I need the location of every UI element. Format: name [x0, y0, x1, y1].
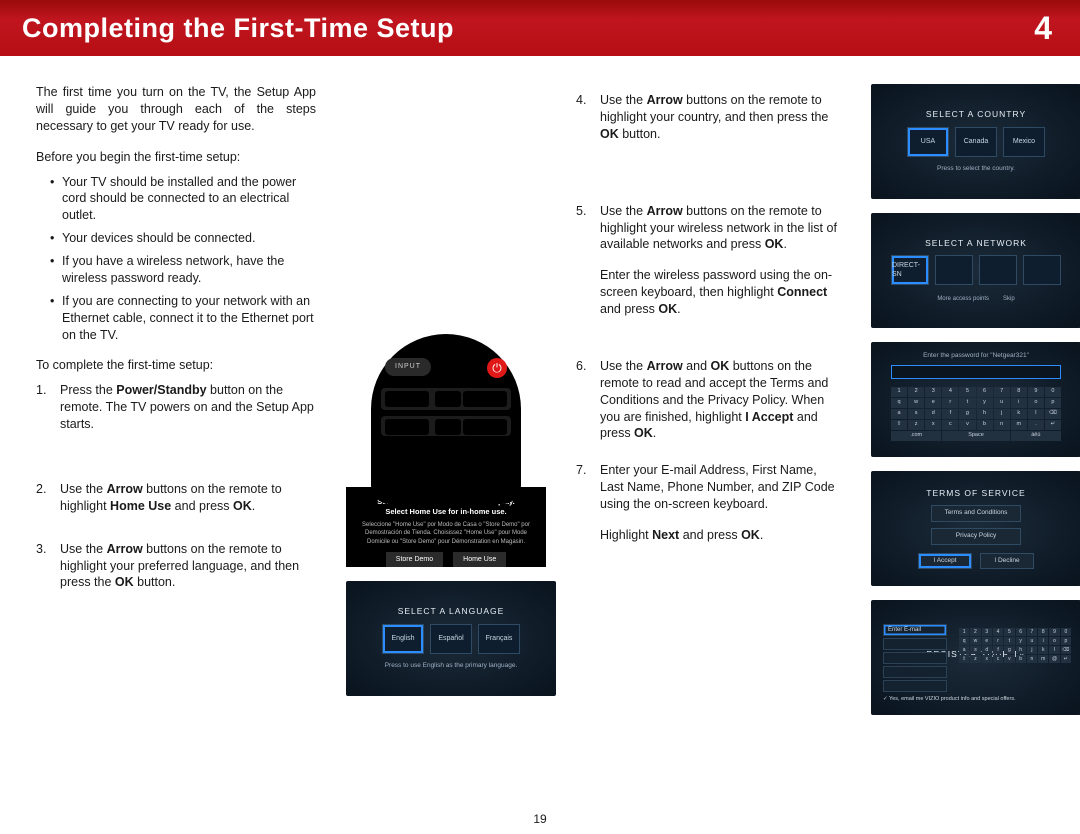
col3-text: 4. Use the Arrow buttons on the remote t…	[576, 84, 841, 729]
home-use-button: Home Use	[453, 552, 506, 567]
complete-label: To complete the first-time setup:	[36, 357, 316, 374]
tos-screenshot: TERMS OF SERVICE Terms and Conditions Pr…	[871, 471, 1080, 586]
col1-text: The first time you turn on the TV, the S…	[36, 84, 316, 729]
steps-left: 1. Press the Power/Standby button on the…	[36, 382, 316, 591]
step-6: 6. Use the Arrow and OK buttons on the r…	[576, 358, 841, 442]
step-5: 5. Use the Arrow buttons on the remote t…	[576, 203, 841, 318]
before-item: Your TV should be installed and the powe…	[50, 174, 316, 225]
country-screenshot: SELECT A COUNTRY USA Canada Mexico Press…	[871, 84, 1080, 199]
store-demo-button: Store Demo	[386, 552, 443, 567]
onscreen-keyboard: 1234567890 qwertyuiop asdfghjkl⌫ ⇧zxcvbn…	[891, 387, 1061, 441]
section-number: 4	[1034, 10, 1052, 47]
step-1: 1. Press the Power/Standby button on the…	[36, 382, 316, 433]
step-3: 3. Use the Arrow buttons on the remote t…	[36, 541, 316, 592]
section-header: Completing the First-Time Setup 4	[0, 0, 1080, 56]
remote-input-button: INPUT	[385, 358, 431, 376]
intro-paragraph: The first time you turn on the TV, the S…	[36, 84, 316, 135]
before-list: Your TV should be installed and the powe…	[50, 174, 316, 344]
language-screenshot: SELECT A LANGUAGE English Español França…	[346, 581, 556, 696]
col2-images: INPUT ⏻ Choose your mode. Select Store D…	[346, 84, 546, 729]
page-number: 19	[0, 812, 1080, 826]
page-title: Completing the First-Time Setup	[22, 13, 454, 44]
step-4: 4. Use the Arrow buttons on the remote t…	[576, 92, 841, 143]
register-keyboard: 1234567890 qwertyuiop asdfghjkl⌫ ⇧zxcvbn…	[959, 628, 1071, 663]
before-item: If you are connecting to your network wi…	[50, 293, 316, 344]
step-2: 2. Use the Arrow buttons on the remote t…	[36, 481, 316, 515]
col4-images: SELECT A COUNTRY USA Canada Mexico Press…	[871, 84, 1080, 729]
steps-right: 4. Use the Arrow buttons on the remote t…	[576, 92, 841, 544]
before-label: Before you begin the first-time setup:	[36, 149, 316, 166]
power-icon: ⏻	[487, 358, 507, 378]
register-screenshot: REGISTER YOUR TV Enter E-mail 1234567890…	[871, 600, 1080, 715]
page-body: The first time you turn on the TV, the S…	[0, 56, 1080, 729]
password-screenshot: Enter the password for "Netgear321" 1234…	[871, 342, 1080, 457]
remote-image: INPUT ⏻	[346, 358, 546, 473]
before-item: Your devices should be connected.	[50, 230, 316, 247]
network-screenshot: SELECT A NETWORK DIRECT-SN More access p…	[871, 213, 1080, 328]
step-7: 7. Enter your E-mail Address, First Name…	[576, 462, 841, 544]
before-item: If you have a wireless network, have the…	[50, 253, 316, 287]
